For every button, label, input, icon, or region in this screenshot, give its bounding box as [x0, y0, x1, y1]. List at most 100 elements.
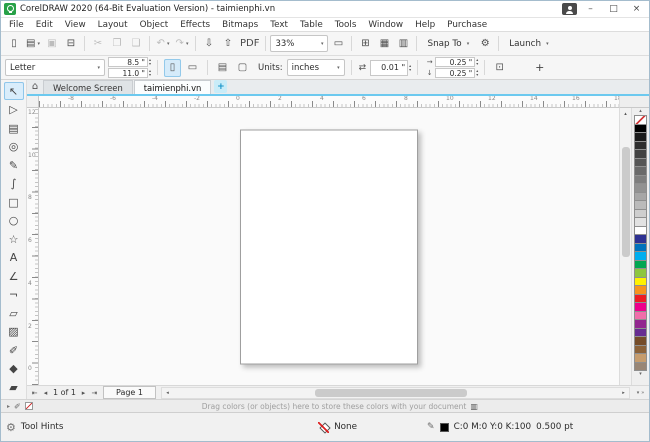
page-height-input[interactable]: 11.0 ": [108, 68, 148, 78]
portrait-button[interactable]: ▯: [164, 58, 182, 77]
redo-button[interactable]: ↷ ▾: [173, 34, 191, 54]
duplicate-x-input[interactable]: 0.25 ": [435, 57, 476, 67]
sign-in-icon[interactable]: [562, 3, 577, 15]
menu-item-object[interactable]: Object: [134, 20, 175, 30]
ellipse-tool[interactable]: ○: [4, 212, 24, 230]
duplicate-y-input[interactable]: 0.25 ": [435, 68, 476, 78]
crop-tool[interactable]: ▤: [4, 119, 24, 137]
flyout-arrow-icon[interactable]: ▸: [7, 403, 10, 410]
page-width-stepper[interactable]: ▴ ▾: [149, 58, 151, 66]
document-page[interactable]: [240, 129, 418, 364]
palette-scroll-down-icon[interactable]: ▾: [637, 390, 640, 396]
drop-shadow-tool[interactable]: ▱: [4, 304, 24, 322]
show-grid-button[interactable]: ▦: [375, 34, 393, 54]
menu-item-tools[interactable]: Tools: [329, 20, 363, 30]
previous-page-button[interactable]: ◂: [40, 389, 51, 397]
tab-taimienphi[interactable]: taimienphi.vn: [133, 80, 212, 94]
paste-button[interactable]: ❑: [127, 34, 145, 54]
menu-item-file[interactable]: File: [3, 20, 30, 30]
nudge-distance-input[interactable]: 0.01 ": [370, 59, 409, 76]
no-color-swatch[interactable]: [24, 402, 33, 410]
home-icon[interactable]: ⌂: [27, 80, 43, 94]
vertical-scroll-thumb[interactable]: [621, 147, 630, 257]
color-swatch-998675[interactable]: [634, 361, 647, 371]
menu-item-help[interactable]: Help: [409, 20, 441, 30]
close-button[interactable]: ×: [627, 2, 646, 17]
maximize-button[interactable]: □: [604, 2, 623, 17]
vertical-scrollbar[interactable]: ▴: [619, 108, 631, 385]
launch-dropdown[interactable]: Launch ▾: [503, 34, 554, 54]
pick-tool[interactable]: ↖: [3, 82, 24, 100]
interactive-fill-tool[interactable]: ◆: [4, 360, 24, 378]
palette-flyout-icon[interactable]: »: [641, 390, 644, 396]
tab-welcome-screen[interactable]: Welcome Screen: [43, 80, 133, 94]
smart-fill-tool[interactable]: ▰: [4, 378, 24, 396]
open-button[interactable]: ▤ ▾: [24, 34, 42, 54]
vertical-ruler[interactable]: 12 10 8 6 4 2 0: [27, 108, 39, 385]
scroll-left-icon[interactable]: ◂: [162, 387, 173, 398]
zoom-tool[interactable]: ◎: [4, 138, 24, 156]
shape-tool[interactable]: ▷: [4, 101, 24, 119]
transparency-tool[interactable]: ▨: [4, 323, 24, 341]
polygon-tool[interactable]: ☆: [4, 230, 24, 248]
freehand-tool[interactable]: ✎: [4, 156, 24, 174]
color-eyedropper-tool[interactable]: ✐: [4, 341, 24, 359]
duplicate-y-stepper[interactable]: ▴ ▾: [476, 69, 478, 77]
undo-button[interactable]: ↶ ▾: [154, 34, 172, 54]
first-page-button[interactable]: ⇤: [29, 389, 40, 397]
rectangle-tool[interactable]: □: [4, 193, 24, 211]
customize-add-button[interactable]: +: [531, 59, 548, 77]
snap-to-dropdown[interactable]: Snap To ▾: [421, 34, 475, 54]
treat-as-filled-button[interactable]: ⊡: [491, 59, 508, 77]
page-width-input[interactable]: 8.5 ": [108, 57, 148, 67]
publish-to-pdf-button[interactable]: PDF: [238, 34, 261, 54]
save-button[interactable]: ▣: [43, 34, 61, 54]
menu-item-edit[interactable]: Edit: [30, 20, 59, 30]
new-document-button[interactable]: ▯: [5, 34, 23, 54]
all-pages-button[interactable]: ▤: [214, 59, 231, 77]
artistic-media-tool[interactable]: ∫: [4, 175, 24, 193]
ruler-origin[interactable]: [27, 96, 39, 108]
parallel-dimension-tool[interactable]: ∠: [4, 267, 24, 285]
zoom-level-combobox[interactable]: 33% ▾: [270, 35, 329, 52]
next-page-button[interactable]: ▸: [78, 389, 89, 397]
copy-button[interactable]: ❐: [108, 34, 126, 54]
menu-item-effects[interactable]: Effects: [174, 20, 216, 30]
cut-button[interactable]: ✂: [89, 34, 107, 54]
landscape-button[interactable]: ▭: [184, 59, 201, 77]
page-1-tab[interactable]: Page 1: [102, 386, 156, 399]
palette-options-icon[interactable]: ▥: [470, 402, 478, 411]
horizontal-scroll-thumb[interactable]: [315, 388, 467, 397]
horizontal-scrollbar[interactable]: ◂ ▸: [160, 386, 630, 399]
last-page-button[interactable]: ⇥: [89, 389, 100, 397]
menu-item-view[interactable]: View: [59, 20, 92, 30]
units-select[interactable]: inches ▾: [286, 59, 345, 76]
minimize-button[interactable]: –: [581, 2, 600, 17]
palette-scroll-up-icon[interactable]: ▴: [639, 108, 642, 115]
full-screen-preview-button[interactable]: ▭: [329, 34, 347, 54]
connector-tool[interactable]: ¬: [4, 286, 24, 304]
scroll-up-icon[interactable]: ▴: [620, 108, 631, 119]
new-tab-button[interactable]: +: [214, 80, 228, 93]
page-size-select[interactable]: Letter ▾: [5, 59, 105, 76]
scroll-right-icon[interactable]: ▸: [618, 387, 629, 398]
export-button[interactable]: ⇧: [219, 34, 237, 54]
menu-item-window[interactable]: Window: [362, 20, 409, 30]
show-rulers-button[interactable]: ⊞: [356, 34, 374, 54]
menu-item-bitmaps[interactable]: Bitmaps: [216, 20, 264, 30]
show-guidelines-button[interactable]: ▥: [394, 34, 412, 54]
palette-scroll-down-icon[interactable]: ▾: [639, 371, 642, 378]
text-tool[interactable]: A: [4, 249, 24, 267]
nudge-stepper[interactable]: ▴ ▾: [409, 63, 411, 72]
menu-item-layout[interactable]: Layout: [92, 20, 134, 30]
current-page-button[interactable]: ▢: [234, 59, 251, 77]
horizontal-scroll-track[interactable]: [173, 388, 618, 398]
menu-item-text[interactable]: Text: [264, 20, 294, 30]
drawing-canvas[interactable]: [39, 108, 619, 385]
options-button[interactable]: ⚙: [476, 34, 494, 54]
print-button[interactable]: ⊟: [62, 34, 80, 54]
menu-item-purchase[interactable]: Purchase: [441, 20, 493, 30]
menu-item-table[interactable]: Table: [294, 20, 329, 30]
import-button[interactable]: ⇩: [200, 34, 218, 54]
page-height-stepper[interactable]: ▴ ▾: [149, 69, 151, 77]
